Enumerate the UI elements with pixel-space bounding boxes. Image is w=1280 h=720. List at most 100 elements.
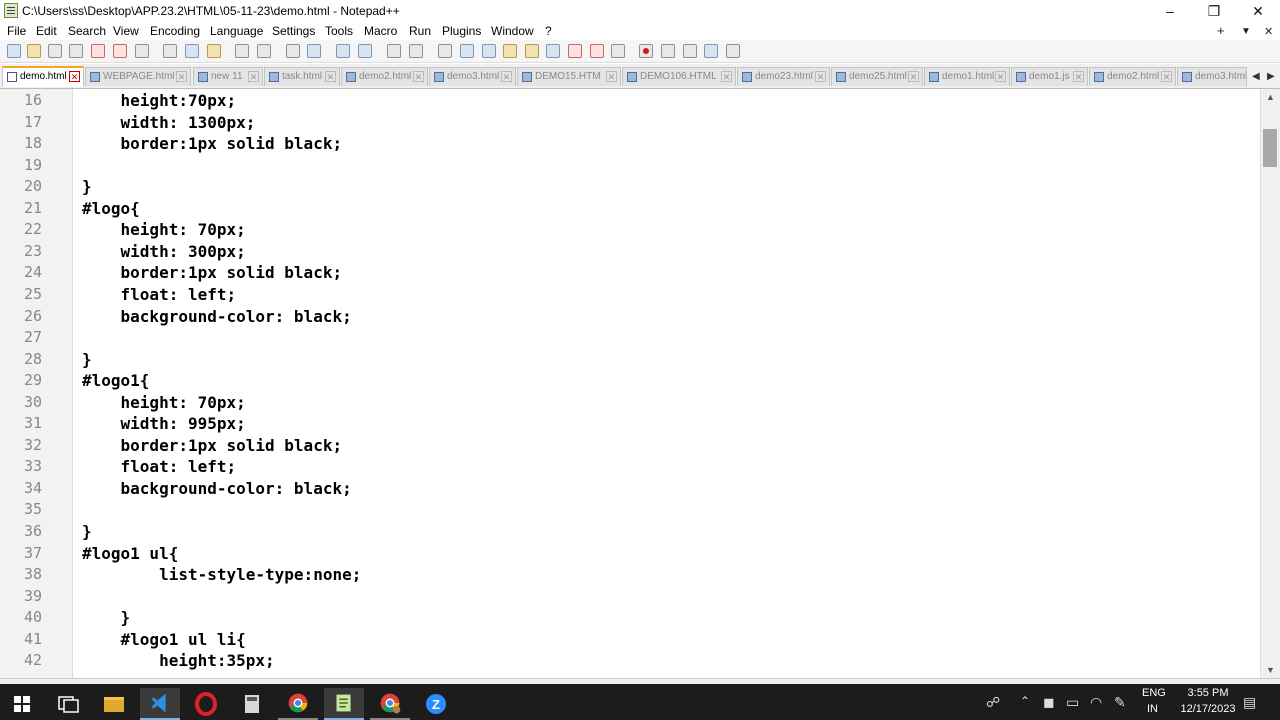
tab-close-icon[interactable]: ✕ [176,71,187,82]
scroll-down-icon[interactable]: ▼ [1261,662,1280,678]
code-line[interactable]: list-style-type:none; [82,564,361,585]
save-macro-icon[interactable] [726,44,740,58]
code-line[interactable]: border:1px solid black; [82,435,343,456]
code-line[interactable]: #logo{ [82,198,140,219]
copy-icon[interactable] [185,44,199,58]
vertical-scrollbar[interactable]: ▲ ▼ [1260,89,1280,678]
menu-file[interactable]: File [7,24,26,38]
tab-demo23-html[interactable]: demo23.html ✕ [737,67,830,86]
paste-icon[interactable] [207,44,221,58]
code-line[interactable]: background-color: black; [82,306,352,327]
clock-date[interactable]: 12/17/2023 [1172,703,1244,715]
tab-demo1-js[interactable]: demo1.js ✕ [1011,67,1088,86]
code-editor[interactable]: 16 17 18 19 20 21 22 23 24 25 26 27 28 29 30 31 32 33 34 35… [0,89,1260,678]
tab-demo2-html-b[interactable]: demo2.html ✕ [1089,67,1176,86]
menu-view[interactable]: View [113,24,139,38]
code-line[interactable]: width: 995px; [82,413,246,434]
vscode-icon[interactable] [140,688,180,720]
show-all-chars-icon[interactable] [460,44,474,58]
tab-demo-html[interactable]: demo.html ✕ [2,66,84,87]
code-line[interactable]: height: 70px; [82,219,246,240]
menu-help[interactable]: ? [545,24,552,38]
tab-close-icon[interactable]: ✕ [1161,71,1172,82]
tab-close-icon[interactable]: ✕ [501,71,512,82]
menu-settings[interactable]: Settings [272,24,315,38]
tab-webpage-html[interactable]: WEBPAGE.html ✕ [85,67,191,86]
code-line[interactable]: #logo1 ul{ [82,543,178,564]
close-all-icon[interactable] [113,44,127,58]
tab-demo25-html[interactable]: demo25.html ✕ [831,67,923,86]
undo-icon[interactable] [235,44,249,58]
close-window-button[interactable]: ✕ [1236,0,1280,22]
opera-icon[interactable] [186,688,226,720]
battery-icon[interactable]: ▭ [1066,694,1079,711]
menu-encoding[interactable]: Encoding [150,24,200,38]
menu-run[interactable]: Run [409,24,431,38]
tab-scroll-left-icon[interactable]: ◀ [1252,71,1260,82]
tab-scroll-right-icon[interactable]: ▶ [1267,71,1275,82]
people-icon[interactable]: ☍ [986,694,1000,711]
wifi-icon[interactable]: ◠ [1090,694,1102,711]
clock-time[interactable]: 3:55 PM [1178,687,1238,699]
code-line[interactable]: } [82,607,131,628]
code-line[interactable]: background-color: black; [82,478,352,499]
tab-close-icon[interactable]: ✕ [413,71,424,82]
run-macro-multiple-icon[interactable] [704,44,718,58]
language-icon[interactable] [503,44,517,58]
tab-close-icon[interactable]: ✕ [815,71,826,82]
zoom-in-icon[interactable] [336,44,350,58]
tab-demo106-html[interactable]: DEMO106.HTML ✕ [622,67,736,86]
scroll-up-icon[interactable]: ▲ [1261,89,1280,105]
file-explorer-icon[interactable] [94,688,134,720]
zoom-icon[interactable]: Z [416,688,456,720]
show-hidden-icons-icon[interactable]: ⌃ [1020,694,1030,708]
code-line[interactable]: float: left; [82,456,237,477]
code-line[interactable]: height:70px; [82,90,237,111]
sync-vertical-icon[interactable] [387,44,401,58]
sync-horizontal-icon[interactable] [409,44,423,58]
tab-close-icon[interactable]: ✕ [1073,71,1084,82]
code-line[interactable]: width: 1300px; [82,112,256,133]
menu-language[interactable]: Language [210,24,263,38]
tab-close-icon[interactable]: ✕ [721,71,732,82]
close-document-icon[interactable]: ✕ [1264,25,1273,38]
replace-icon[interactable] [307,44,321,58]
code-line[interactable]: } [82,176,92,197]
code-line[interactable]: float: left; [82,284,237,305]
tab-list-dropdown-icon[interactable]: ▼ [1241,26,1251,37]
redo-icon[interactable] [257,44,271,58]
folder-workspace-icon[interactable] [568,44,582,58]
scrollbar-thumb[interactable] [1263,129,1277,167]
tab-demo15-htm[interactable]: DEMO15.HTM ✕ [517,67,621,86]
code-line[interactable]: } [82,521,92,542]
tab-close-icon[interactable]: ✕ [606,71,617,82]
menu-search[interactable]: Search [68,24,106,38]
find-icon[interactable] [286,44,300,58]
menu-plugins[interactable]: Plugins [442,24,481,38]
tab-close-icon[interactable]: ✕ [325,71,336,82]
function-list-icon[interactable] [546,44,560,58]
menu-macro[interactable]: Macro [364,24,397,38]
input-language[interactable]: ENG [1142,687,1166,699]
cut-icon[interactable] [163,44,177,58]
new-tab-plus-icon[interactable]: + [1217,23,1225,38]
tab-new-11[interactable]: new 11 ✕ [193,67,263,86]
minimize-button[interactable]: – [1148,0,1192,22]
menu-tools[interactable]: Tools [325,24,353,38]
print-icon[interactable] [135,44,149,58]
code-line[interactable]: } [82,349,92,370]
indent-guide-icon[interactable] [482,44,496,58]
close-icon[interactable] [91,44,105,58]
code-line[interactable]: #logo1 ul li{ [82,629,246,650]
start-icon[interactable] [2,688,42,720]
stop-record-icon[interactable] [661,44,675,58]
code-line[interactable]: border:1px solid black; [82,133,343,154]
chrome-icon[interactable] [278,688,318,720]
new-file-icon[interactable] [7,44,21,58]
tab-close-icon[interactable]: ✕ [995,71,1006,82]
play-macro-icon[interactable] [683,44,697,58]
notepad-plus-plus-icon[interactable] [324,688,364,720]
chrome-profile-icon[interactable] [370,688,410,720]
tab-close-icon[interactable]: ✕ [69,71,80,82]
open-file-icon[interactable] [27,44,41,58]
